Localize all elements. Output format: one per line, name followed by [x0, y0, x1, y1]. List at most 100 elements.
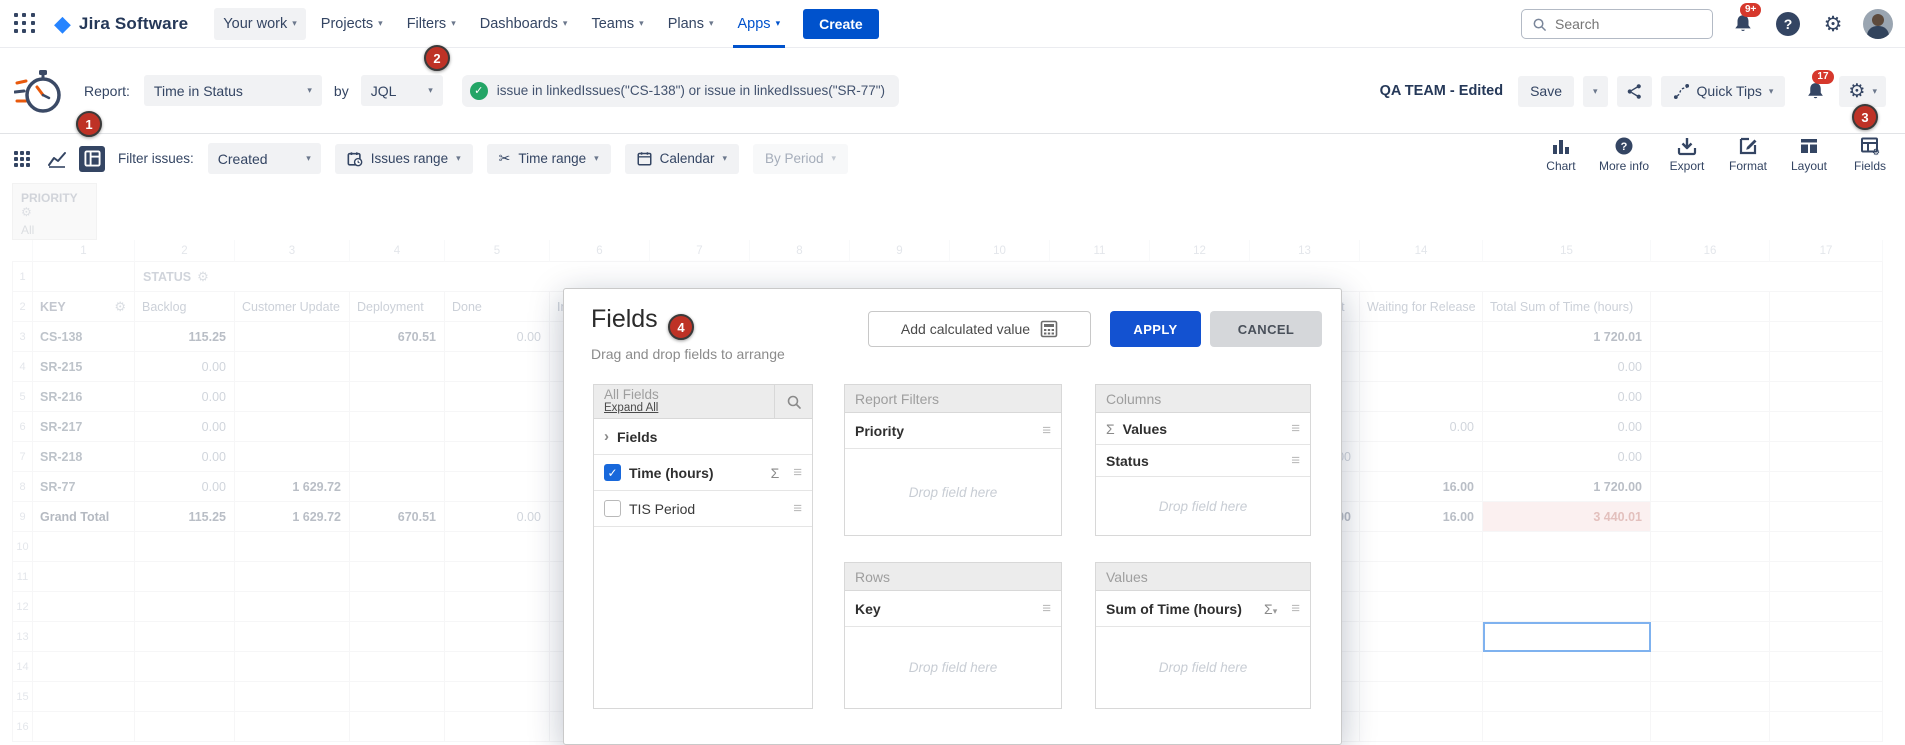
drag-handle-icon[interactable]: ≡ — [1291, 452, 1300, 469]
nav-item-teams[interactable]: Teams▾ — [582, 8, 652, 40]
nav-item-plans[interactable]: Plans▾ — [659, 8, 723, 40]
calendar-icon — [637, 151, 652, 166]
svg-text:?: ? — [1621, 141, 1628, 153]
modal-subtitle: Drag and drop fields to arrange — [591, 346, 785, 362]
profile-button[interactable] — [1863, 9, 1893, 39]
values-drop-zone[interactable]: Drop field here — [1096, 627, 1310, 708]
nav-item-label: Projects — [321, 16, 373, 32]
add-calculated-value-button[interactable]: Add calculated value — [868, 311, 1091, 347]
layout-columns-icon — [1799, 136, 1819, 156]
notifications-bell[interactable]: 9+ — [1728, 9, 1758, 39]
report-filters-drop-zone[interactable]: Drop field here — [845, 449, 1061, 535]
jql-query-text: issue in linkedIssues("CS-138") or issue… — [497, 83, 885, 98]
chevron-down-icon: ▾ — [307, 85, 312, 96]
filter-issues-label: Filter issues: — [118, 151, 194, 166]
chevron-down-icon: ▾ — [709, 18, 714, 29]
pivot-table-view-icon[interactable] — [79, 146, 105, 172]
global-search[interactable] — [1521, 9, 1713, 39]
search-input[interactable] — [1555, 16, 1695, 32]
report-bar: Report: Time in Status▾ by JQL▾ ✓ issue … — [0, 48, 1905, 134]
field-tis-period[interactable]: TIS Period ≡ — [594, 491, 812, 527]
chart-action-button[interactable]: Chart — [1538, 136, 1584, 173]
drag-handle-icon[interactable]: ≡ — [1291, 420, 1300, 437]
by-period-button: By Period ▾ — [753, 144, 848, 174]
all-fields-panel: All Fields Expand All › Fields ✓ Time (h… — [593, 384, 813, 709]
drag-handle-icon[interactable]: ≡ — [1042, 600, 1051, 617]
drag-handle-icon[interactable]: ≡ — [1291, 600, 1300, 617]
nav-item-projects[interactable]: Projects▾ — [312, 8, 392, 40]
columns-header: Columns — [1096, 385, 1310, 413]
edit-icon — [1738, 136, 1758, 156]
fields-search-button[interactable] — [774, 385, 812, 419]
export-action-button[interactable]: Export — [1664, 136, 1710, 173]
fields-action-button[interactable]: ⚙ Fields — [1847, 136, 1893, 173]
expand-all-link[interactable]: Expand All — [604, 402, 764, 416]
format-action-button[interactable]: Format — [1725, 136, 1771, 173]
help-button[interactable]: ? — [1773, 9, 1803, 39]
create-button[interactable]: Create — [803, 9, 879, 39]
values-panel: Values Sum of Time (hours) Σ▾ ≡ Drop fie… — [1095, 562, 1311, 709]
chevron-right-icon: › — [604, 428, 609, 445]
field-time-hours[interactable]: ✓ Time (hours) Σ ≡ — [594, 455, 812, 491]
drag-handle-icon[interactable]: ≡ — [793, 464, 802, 481]
layout-action-button[interactable]: Layout — [1786, 136, 1832, 173]
drag-handle-icon[interactable]: ≡ — [1042, 422, 1051, 439]
save-button[interactable]: Save — [1518, 76, 1574, 107]
columns-drop-zone[interactable]: Drop field here — [1096, 477, 1310, 535]
gear-icon: ⚙ — [1848, 82, 1865, 101]
checkbox-unchecked-icon[interactable] — [604, 500, 621, 517]
calendar-clock-icon — [347, 151, 363, 167]
grid-view-icon[interactable] — [9, 146, 35, 172]
nav-item-label: Apps — [738, 16, 771, 32]
column-field-values[interactable]: Σ Values ≡ — [1096, 413, 1310, 445]
app-switcher-icon[interactable] — [14, 13, 36, 35]
chevron-down-icon: ▾ — [594, 153, 599, 164]
search-icon — [786, 394, 802, 410]
checkbox-checked-icon[interactable]: ✓ — [604, 464, 621, 481]
nav-item-label: Your work — [223, 16, 287, 32]
chevron-down-icon: ▾ — [722, 153, 727, 164]
row-field-key[interactable]: Key ≡ — [845, 591, 1061, 627]
nav-item-filters[interactable]: Filters▾ — [398, 8, 465, 40]
apply-button[interactable]: APPLY — [1110, 311, 1201, 347]
jql-query-field[interactable]: ✓ issue in linkedIssues("CS-138") or iss… — [462, 75, 899, 107]
nav-item-apps[interactable]: Apps▾ — [729, 8, 790, 40]
cancel-button[interactable]: CANCEL — [1210, 311, 1322, 347]
jira-brand[interactable]: ◆ Jira Software — [54, 13, 188, 35]
chevron-down-icon: ▾ — [639, 18, 644, 29]
report-type-dropdown[interactable]: Time in Status▾ — [144, 75, 322, 106]
nav-item-dashboards[interactable]: Dashboards▾ — [471, 8, 577, 40]
time-range-button[interactable]: ✂ Time range ▾ — [487, 144, 611, 174]
save-options-button[interactable]: ▾ — [1583, 76, 1608, 107]
fields-group-row[interactable]: › Fields — [594, 419, 812, 455]
share-button[interactable] — [1617, 76, 1652, 107]
chevron-down-icon: ▾ — [428, 85, 433, 96]
report-name-label: QA TEAM - Edited — [1380, 83, 1504, 99]
quick-tips-button[interactable]: Quick Tips ▾ — [1661, 76, 1786, 107]
settings-button[interactable]: ⚙ — [1818, 9, 1848, 39]
report-settings-button[interactable]: ⚙ ▾ — [1839, 76, 1886, 107]
chevron-down-icon: ▾ — [292, 18, 297, 29]
query-mode-dropdown[interactable]: JQL▾ — [361, 75, 443, 106]
annotation-badge-3: 3 — [1852, 104, 1878, 130]
fields-modal: Fields Drag and drop fields to arrange A… — [563, 288, 1342, 745]
chart-view-icon[interactable] — [44, 146, 70, 172]
nav-item-your-work[interactable]: Your work ▾ — [214, 8, 305, 40]
filter-field-priority[interactable]: Priority ≡ — [845, 413, 1061, 449]
calendar-button[interactable]: Calendar ▾ — [625, 144, 739, 174]
selected-cell-outline[interactable] — [1483, 622, 1651, 652]
value-field-sum-of-time[interactable]: Sum of Time (hours) Σ▾ ≡ — [1096, 591, 1310, 627]
sigma-select-icon[interactable]: Σ▾ — [1264, 601, 1277, 617]
report-notifications-bell[interactable]: 17 — [1800, 76, 1830, 106]
drag-handle-icon[interactable]: ≡ — [793, 500, 802, 517]
column-field-status[interactable]: Status ≡ — [1096, 445, 1310, 477]
more-info-action-button[interactable]: ? More info — [1599, 136, 1649, 173]
filter-issues-dropdown[interactable]: Created▾ — [208, 143, 321, 174]
all-fields-header: All Fields Expand All — [594, 385, 812, 419]
gear-icon: ⚙ — [1824, 14, 1843, 35]
report-label: Report: — [84, 83, 130, 99]
issues-range-button[interactable]: Issues range ▾ — [335, 144, 473, 174]
nav-item-label: Filters — [407, 16, 446, 32]
rows-drop-zone[interactable]: Drop field here — [845, 627, 1061, 708]
annotation-badge-2: 2 — [424, 45, 450, 71]
